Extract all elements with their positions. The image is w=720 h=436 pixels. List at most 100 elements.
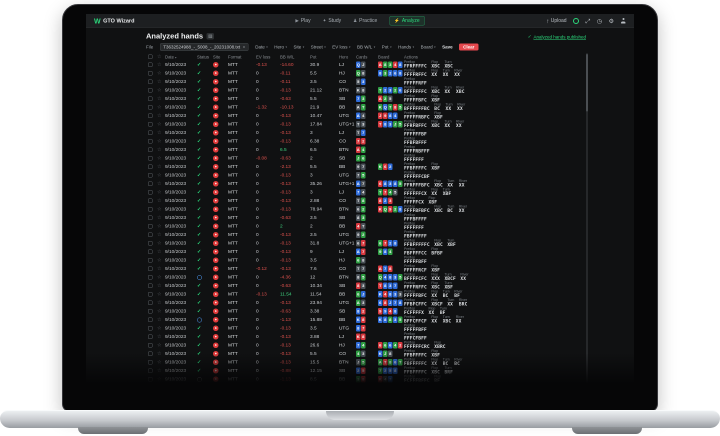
filter-dropdown-board[interactable]: Board▾ xyxy=(421,45,436,50)
table-row[interactable]: ☆9/10/2023✓♠MTT0-0.133UTG75PreflopFFFFFF… xyxy=(146,171,588,180)
table-row[interactable]: ☆9/10/2023✓♠MTT0-0.139LJA7984PreflopFBFF… xyxy=(146,248,588,257)
save-button[interactable]: Save xyxy=(442,45,453,50)
favorite-star-icon[interactable]: ☆ xyxy=(157,215,165,220)
filter-dropdown-hands[interactable]: Hands▾ xyxy=(398,45,414,50)
column-header-bb-w-l[interactable]: BB W/L xyxy=(280,54,310,59)
column-header-site[interactable]: Site xyxy=(213,54,228,59)
column-header-format[interactable]: Format xyxy=(228,54,256,59)
filter-dropdown-ev-loss[interactable]: EV loss▾ xyxy=(332,45,350,50)
table-row[interactable]: ☆9/10/2023✓♠MTT0-0.1315.5BTNJ5AT86TPrefl… xyxy=(146,358,588,367)
favorite-star-icon[interactable]: ☆ xyxy=(157,156,165,161)
row-checkbox[interactable] xyxy=(148,309,153,314)
favorite-star-icon[interactable]: ☆ xyxy=(157,207,165,212)
nav-item-analyze[interactable]: ⚡Analyze xyxy=(389,16,424,26)
nav-item-study[interactable]: ✦Study xyxy=(323,18,342,24)
hands-list-icon[interactable]: ▤ xyxy=(207,33,215,40)
favorite-star-icon[interactable]: ☆ xyxy=(157,232,165,237)
filter-dropdown-pot[interactable]: Pot▾ xyxy=(382,45,392,50)
table-row[interactable]: ☆9/10/2023✓♠MTT0-0.133.5UTG87PreflopFFFF… xyxy=(146,324,588,333)
table-row[interactable]: ☆9/10/2023✓♠MTT0-0.8812.15SB257258Preflo… xyxy=(146,367,588,376)
favorite-star-icon[interactable]: ☆ xyxy=(157,351,165,356)
filter-dropdown-hero[interactable]: Hero▾ xyxy=(274,45,287,50)
table-row[interactable]: ☆9/10/2023✓♠MTT-0.13-14.6030.9LJQJA8348P… xyxy=(146,61,588,70)
favorite-star-icon[interactable]: ☆ xyxy=(157,292,165,297)
row-checkbox[interactable] xyxy=(148,122,153,127)
column-header-pot[interactable]: Pot xyxy=(310,54,339,59)
vertical-scrollbar[interactable] xyxy=(586,53,588,384)
table-row[interactable]: ☆9/10/2023♠MTT0-1.138.5BB38K47PreflopFCF… xyxy=(146,375,588,384)
favorite-star-icon[interactable]: ☆ xyxy=(157,198,165,203)
row-checkbox[interactable] xyxy=(148,131,153,136)
filter-dropdown-street[interactable]: Street▾ xyxy=(311,45,326,50)
table-row[interactable]: ☆9/10/2023✓♠MTT0-0.1317.84UTG+1T3T83J5Pr… xyxy=(146,120,588,129)
filter-dropdown-date[interactable]: Date▾ xyxy=(255,45,268,50)
table-row[interactable]: ☆9/10/2023✓♠MTT0-0.1323.94UTGA368J78Pref… xyxy=(146,299,588,308)
favorite-star-icon[interactable]: ☆ xyxy=(157,173,165,178)
table-row[interactable]: ☆9/10/2023♠MTT0-1.1315.88BBK8K8835Preflo… xyxy=(146,316,588,325)
table-row[interactable]: ☆9/10/2023✓♠MTT0-0.113.5CO53PreflopFFFFF… xyxy=(146,78,588,87)
filter-dropdown-bb-w-l[interactable]: BB W/L▾ xyxy=(357,45,375,50)
table-row[interactable]: ☆9/10/2023✓♠MTT0-0.1326.6HJ7466642Preflo… xyxy=(146,341,588,350)
table-row[interactable]: ☆9/10/2023✓♠MTT0-0.633.38SB829948Preflop… xyxy=(146,307,588,316)
filter-dropdown-site[interactable]: Site▾ xyxy=(293,45,304,50)
row-checkbox[interactable] xyxy=(148,275,153,280)
column-header-board[interactable]: Board xyxy=(378,54,404,59)
row-checkbox[interactable] xyxy=(148,258,153,263)
row-checkbox[interactable] xyxy=(148,326,153,331)
favorite-star-icon[interactable]: ☆ xyxy=(157,309,165,314)
row-checkbox[interactable] xyxy=(148,224,153,229)
table-row[interactable]: ☆9/10/2023✓♠MTT-1.32-10.1321.9BBATKQT85P… xyxy=(146,103,588,112)
row-checkbox[interactable] xyxy=(148,97,153,102)
row-checkbox[interactable] xyxy=(148,156,153,161)
row-checkbox[interactable] xyxy=(148,301,153,306)
clear-button[interactable]: Clear xyxy=(459,44,478,51)
favorite-star-icon[interactable]: ☆ xyxy=(157,317,165,322)
row-checkbox[interactable] xyxy=(148,88,153,93)
row-checkbox[interactable] xyxy=(148,233,153,238)
account-badge-icon[interactable] xyxy=(573,18,579,24)
row-checkbox[interactable] xyxy=(148,377,153,382)
favorite-star-icon[interactable]: ☆ xyxy=(157,249,165,254)
nav-item-practice[interactable]: ♟Practice xyxy=(353,18,377,24)
favorite-star-icon[interactable]: ☆ xyxy=(157,139,165,144)
row-checkbox[interactable] xyxy=(148,182,153,187)
row-checkbox[interactable] xyxy=(148,369,153,374)
row-checkbox[interactable] xyxy=(148,165,153,170)
row-checkbox[interactable] xyxy=(148,318,153,323)
column-header-cards[interactable]: Cards xyxy=(356,54,378,59)
table-row[interactable]: ☆9/10/2023✓♠MTT0-0.133.88LJK8PreflopFFFC… xyxy=(146,333,588,342)
table-row[interactable]: ☆9/10/2023✓♠MTT0-0.133LJ74T745PreflopFFF… xyxy=(146,188,588,197)
table-row[interactable]: ☆9/10/2023✓♠MTT022BB4TPreflopFFFFFFF xyxy=(146,222,588,231)
history-icon[interactable]: ◷ xyxy=(597,18,602,24)
favorite-star-icon[interactable]: ☆ xyxy=(157,334,165,339)
column-header-ev-loss[interactable]: EV loss xyxy=(256,54,280,59)
favorite-star-icon[interactable]: ☆ xyxy=(157,224,165,229)
favorite-star-icon[interactable]: ☆ xyxy=(157,181,165,186)
row-checkbox[interactable] xyxy=(148,114,153,119)
row-checkbox[interactable] xyxy=(148,267,153,272)
file-filter-chip[interactable]: T3632524988_-_5008_-_20231008.txt × xyxy=(160,43,249,51)
favorite-star-icon[interactable]: ☆ xyxy=(157,343,165,348)
row-checkbox[interactable] xyxy=(148,105,153,110)
favorite-star-icon[interactable]: ☆ xyxy=(157,71,165,76)
favorite-star-icon[interactable]: ☆ xyxy=(157,62,165,67)
favorite-star-icon[interactable]: ☆ xyxy=(157,164,165,169)
row-checkbox[interactable] xyxy=(148,173,153,178)
row-checkbox[interactable] xyxy=(148,360,153,365)
row-checkbox[interactable] xyxy=(148,80,153,85)
row-checkbox[interactable] xyxy=(148,199,153,204)
profile-icon[interactable] xyxy=(621,18,627,24)
table-row[interactable]: ☆9/10/2023✓♠MTT0-0.633.5SB83PreflopFFFBF… xyxy=(146,214,588,223)
column-header-actions[interactable]: Actions xyxy=(404,54,588,59)
favorite-star-icon[interactable]: ☆ xyxy=(157,105,165,110)
table-row[interactable]: ☆9/10/2023✓♠MTT0-0.635.5SB73A25PreflopFF… xyxy=(146,95,588,104)
row-checkbox[interactable] xyxy=(148,139,153,144)
favorite-star-icon[interactable]: ☆ xyxy=(157,283,165,288)
row-checkbox[interactable] xyxy=(148,207,153,212)
favorite-star-icon[interactable]: ☆ xyxy=(157,113,165,118)
favorite-star-icon[interactable]: ☆ xyxy=(157,368,165,373)
row-checkbox[interactable] xyxy=(148,190,153,195)
favorite-star-icon[interactable]: ☆ xyxy=(157,147,165,152)
row-checkbox[interactable] xyxy=(148,216,153,221)
favorite-star-icon[interactable]: ☆ xyxy=(157,241,165,246)
